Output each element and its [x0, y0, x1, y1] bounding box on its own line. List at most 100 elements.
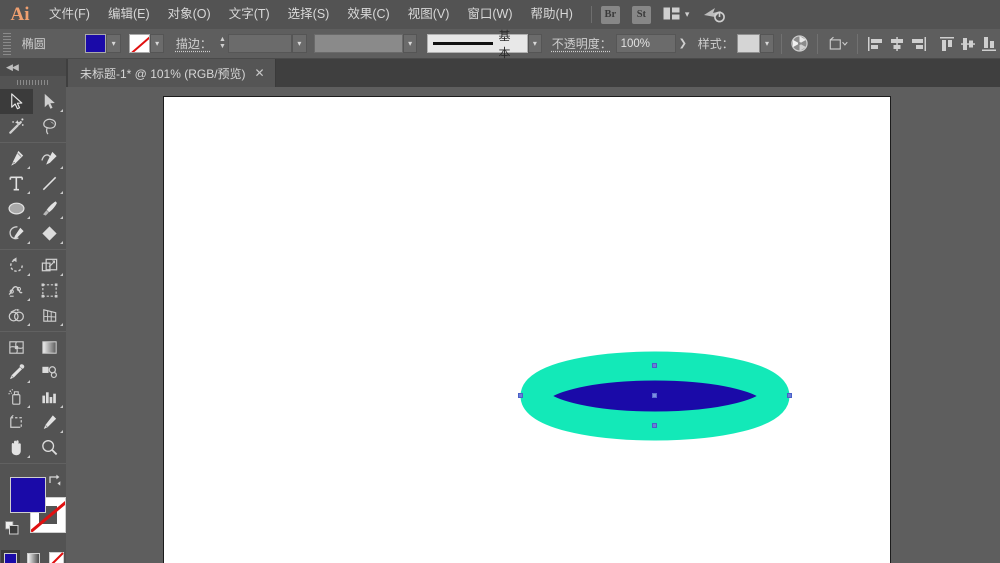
tool-divider-2	[0, 249, 66, 250]
pen-tool[interactable]	[0, 146, 33, 171]
direct-selection-tool[interactable]	[33, 89, 66, 114]
opacity-input[interactable]: 100%	[616, 34, 676, 53]
menu-file[interactable]: 文件(F)	[40, 0, 99, 29]
control-bar-grip[interactable]	[3, 33, 11, 55]
graphic-style-dropdown[interactable]: ▾	[760, 34, 775, 53]
artboard-tool-icon	[7, 413, 26, 432]
stroke-profile-input[interactable]	[314, 34, 403, 53]
stroke-weight-dropdown[interactable]: ▾	[292, 34, 307, 53]
artboard-tool[interactable]	[0, 410, 33, 435]
fill-swatch[interactable]	[10, 477, 46, 513]
default-fill-stroke-button[interactable]	[5, 521, 19, 535]
menu-window[interactable]: 窗口(W)	[458, 0, 521, 29]
slice-tool[interactable]	[33, 410, 66, 435]
none-mode-button[interactable]	[47, 550, 66, 563]
symbol-sprayer-tool-icon	[7, 388, 26, 407]
gradient-mode-button[interactable]	[24, 550, 43, 563]
menu-help[interactable]: 帮助(H)	[522, 0, 582, 29]
stroke-weight-stepper[interactable]: ▲▼	[217, 34, 229, 54]
control-bar: 椭圆 ▾ ▾ 描边： ▲▼ ▾ ▾ 基本 ▾ 不透明度： 100% ❯ 样式：	[0, 29, 1000, 59]
color-mode-button[interactable]	[1, 550, 20, 563]
stroke-weight-input[interactable]	[228, 34, 292, 53]
selection-tool[interactable]	[0, 89, 33, 114]
menu-view[interactable]: 视图(V)	[399, 0, 459, 29]
stock-button[interactable]: St	[632, 6, 651, 24]
document-tab-title: 未标题-1* @ 101% (RGB/预览)	[80, 65, 246, 82]
width-tool[interactable]	[0, 278, 33, 303]
arrange-documents-button[interactable]: ▾	[663, 7, 690, 23]
stroke-color-dropdown[interactable]: ▾	[150, 34, 165, 53]
line-segment-tool[interactable]	[33, 171, 66, 196]
shaper-tool[interactable]	[0, 221, 33, 246]
eyedropper-tool[interactable]	[0, 360, 33, 385]
magic-wand-tool[interactable]	[0, 114, 33, 139]
transform-icon	[828, 36, 848, 52]
opacity-panel-arrow[interactable]: ❯	[676, 34, 690, 53]
document-tab[interactable]: 未标题-1* @ 101% (RGB/预览) ✕	[68, 59, 276, 87]
double-chevron-left-icon: ◀◀	[6, 62, 18, 73]
menu-object[interactable]: 对象(O)	[159, 0, 220, 29]
fill-color-dropdown[interactable]: ▾	[106, 34, 121, 53]
selected-shape-group[interactable]	[520, 351, 790, 441]
free-transform-tool[interactable]	[33, 278, 66, 303]
anchor-point-right[interactable]	[787, 393, 792, 398]
menu-divider	[591, 6, 592, 23]
align-center-horizontal-button[interactable]	[887, 33, 908, 55]
eraser-tool[interactable]	[33, 221, 66, 246]
brush-definition-dropdown[interactable]: ▾	[528, 34, 543, 53]
graphic-style-swatch[interactable]	[737, 34, 760, 53]
mesh-tool[interactable]	[0, 335, 33, 360]
perspective-grid-tool[interactable]	[33, 303, 66, 328]
workspace-switcher-icon	[703, 6, 725, 23]
stroke-color-swatch[interactable]	[129, 34, 150, 53]
hand-tool[interactable]	[0, 435, 33, 460]
menu-select[interactable]: 选择(S)	[279, 0, 339, 29]
bridge-button[interactable]: Br	[601, 6, 620, 24]
align-left-button[interactable]	[865, 33, 886, 55]
brush-definition-preview[interactable]: 基本	[427, 34, 528, 53]
menu-edit[interactable]: 编辑(E)	[99, 0, 159, 29]
style-label: 样式：	[698, 35, 734, 52]
gradient-tool[interactable]	[33, 335, 66, 360]
zoom-tool[interactable]	[33, 435, 66, 460]
type-tool[interactable]	[0, 171, 33, 196]
blend-tool[interactable]	[33, 360, 66, 385]
width-tool-icon	[7, 281, 26, 300]
menu-bar: Ai 文件(F) 编辑(E) 对象(O) 文字(T) 选择(S) 效果(C) 视…	[0, 0, 1000, 29]
canvas-area[interactable]	[66, 87, 1000, 563]
blend-tool-icon	[40, 363, 59, 382]
rotate-tool[interactable]	[0, 253, 33, 278]
transform-button[interactable]	[825, 33, 850, 55]
control-divider-1	[781, 34, 782, 54]
free-transform-tool-icon	[40, 281, 59, 300]
curvature-tool[interactable]	[33, 146, 66, 171]
opacity-label: 不透明度：	[552, 35, 612, 52]
anchor-point-bottom[interactable]	[652, 423, 657, 428]
align-right-button[interactable]	[908, 33, 929, 55]
column-graph-tool[interactable]	[33, 385, 66, 410]
recolor-artwork-button[interactable]	[789, 33, 810, 55]
perspective-grid-tool-icon	[40, 306, 59, 325]
swap-fill-stroke-button[interactable]	[48, 473, 62, 487]
ellipse-tool[interactable]	[0, 196, 33, 221]
anchor-point-left[interactable]	[518, 393, 523, 398]
paintbrush-tool[interactable]	[33, 196, 66, 221]
scale-tool[interactable]	[33, 253, 66, 278]
lasso-tool[interactable]	[33, 114, 66, 139]
anchor-point-top[interactable]	[652, 363, 657, 368]
tools-panel-collapse-button[interactable]: ◀◀	[0, 59, 66, 76]
menu-type[interactable]: 文字(T)	[220, 0, 279, 29]
symbol-sprayer-tool[interactable]	[0, 385, 33, 410]
artboard[interactable]	[163, 96, 891, 563]
menu-effect[interactable]: 效果(C)	[338, 0, 398, 29]
align-top-button[interactable]	[937, 33, 958, 55]
ellipse-tool-icon	[7, 199, 26, 218]
align-center-vertical-button[interactable]	[958, 33, 979, 55]
close-icon[interactable]: ✕	[255, 67, 265, 79]
align-bottom-button[interactable]	[979, 33, 1000, 55]
stroke-profile-dropdown[interactable]: ▾	[403, 34, 418, 53]
shape-builder-tool[interactable]	[0, 303, 33, 328]
tools-panel-grip[interactable]	[0, 76, 66, 89]
workspace-switcher-button[interactable]	[703, 6, 725, 23]
fill-color-swatch[interactable]	[85, 34, 106, 53]
